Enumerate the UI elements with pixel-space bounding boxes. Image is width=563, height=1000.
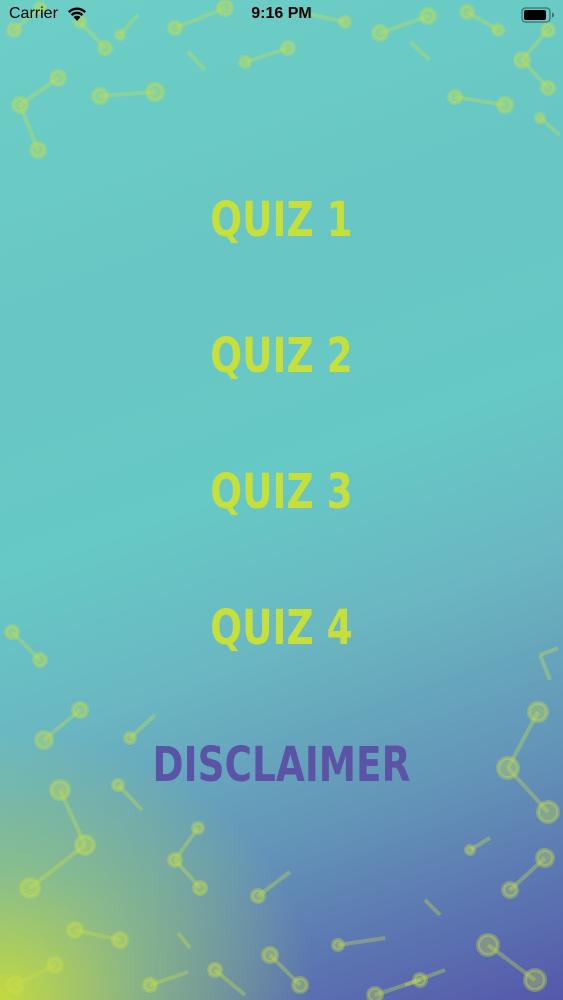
main-menu-screen: Carrier 9:16 PM QUIZ 1 QUIZ 2 QUIZ 3 QUI… bbox=[0, 0, 563, 1000]
quiz-1-button[interactable]: QUIZ 1 bbox=[62, 190, 501, 250]
battery-icon bbox=[521, 7, 554, 23]
status-bar: Carrier 9:16 PM bbox=[0, 0, 563, 30]
quiz-4-button[interactable]: QUIZ 4 bbox=[62, 598, 501, 658]
clock-time: 9:16 PM bbox=[251, 5, 312, 22]
disclaimer-button[interactable]: DISCLAIMER bbox=[62, 735, 501, 795]
quiz-3-button[interactable]: QUIZ 3 bbox=[62, 462, 501, 522]
quiz-2-button[interactable]: QUIZ 2 bbox=[62, 326, 501, 386]
